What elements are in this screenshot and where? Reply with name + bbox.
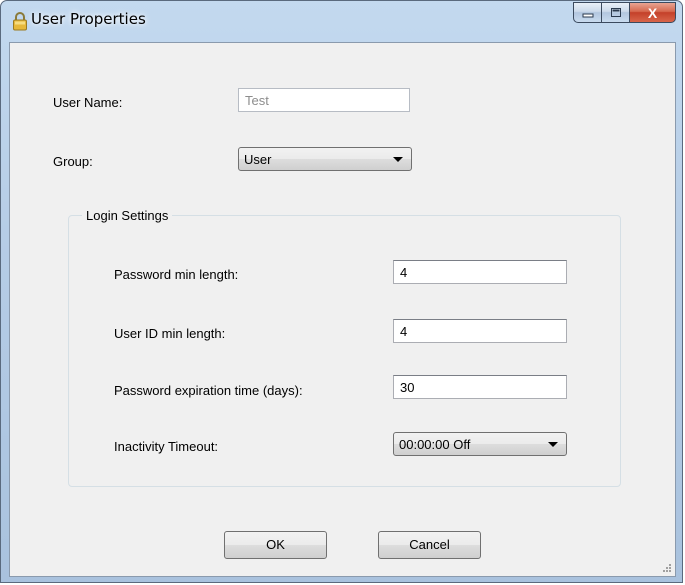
user-name-label: User Name: [53, 95, 123, 110]
dialog-client-area: User Name: Test Group: User Login Settin… [9, 42, 676, 577]
cancel-button[interactable]: Cancel [378, 531, 481, 559]
user-id-min-length-input[interactable]: 4 [393, 319, 567, 343]
user-id-min-length-label: User ID min length: [114, 326, 226, 341]
chevron-down-icon [393, 157, 403, 162]
login-settings-title: Login Settings [82, 208, 173, 223]
minimize-button[interactable] [573, 2, 601, 23]
user-name-field[interactable]: Test [238, 88, 410, 112]
password-expiration-input[interactable]: 30 [393, 375, 567, 399]
close-icon: X [647, 4, 658, 21]
resize-grip-icon[interactable] [662, 563, 672, 573]
window-title: User Properties [31, 10, 146, 28]
group-selected-value: User [244, 152, 272, 167]
title-bar[interactable]: User Properties X [1, 1, 682, 41]
user-properties-window: User Properties X User Name: Test Group: [0, 0, 683, 583]
inactivity-timeout-selected-value: 00:00:00 Off [399, 437, 471, 452]
group-dropdown[interactable]: User [238, 147, 412, 171]
chevron-down-icon [548, 442, 558, 447]
inactivity-timeout-dropdown[interactable]: 00:00:00 Off [393, 432, 567, 456]
minimize-icon [582, 13, 593, 17]
maximize-icon [610, 8, 621, 17]
ok-button[interactable]: OK [224, 531, 327, 559]
inactivity-timeout-label: Inactivity Timeout: [114, 439, 219, 454]
group-label: Group: [53, 154, 93, 169]
password-expiration-label: Password expiration time (days): [114, 383, 303, 398]
lock-icon [13, 12, 27, 31]
close-button[interactable]: X [629, 2, 676, 23]
password-min-length-input[interactable]: 4 [393, 260, 567, 284]
maximize-button[interactable] [601, 2, 629, 23]
password-min-length-label: Password min length: [114, 267, 239, 282]
caption-buttons: X [573, 2, 676, 23]
